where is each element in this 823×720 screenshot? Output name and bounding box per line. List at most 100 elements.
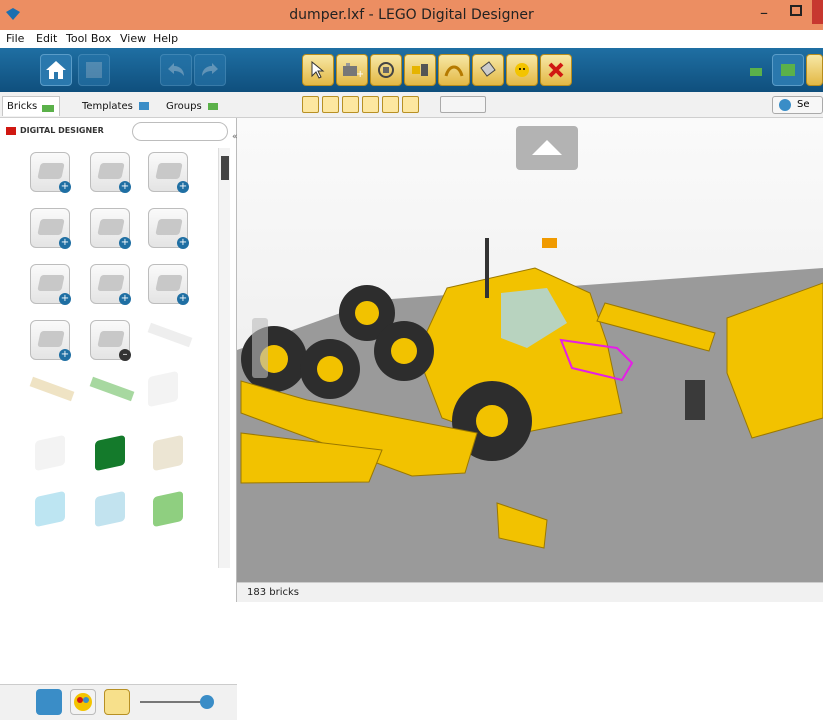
tab-bricks-label: Bricks (7, 101, 38, 112)
home-button[interactable] (40, 54, 72, 86)
svg-text:+: + (356, 69, 363, 80)
menu-file[interactable]: File (6, 32, 24, 45)
cursor-icon (311, 61, 325, 79)
camera-left-button[interactable] (252, 318, 268, 378)
brick-item[interactable]: + (90, 152, 131, 193)
brick-item[interactable]: – (90, 320, 131, 361)
title-bar: dumper.lxf - LEGO Digital Designer – (0, 0, 823, 30)
search-button-label: Se (797, 99, 810, 110)
brick-item[interactable]: + (148, 208, 189, 249)
hide-tool-button[interactable] (506, 54, 538, 86)
save-button[interactable] (78, 54, 110, 86)
tan-windscreen-item[interactable] (153, 434, 183, 472)
status-bar: 183 bricks (237, 582, 823, 602)
3d-viewport[interactable] (237, 118, 823, 582)
zoom-slider-thumb[interactable] (200, 695, 214, 709)
search-help-button[interactable]: Se (772, 96, 823, 114)
view-mode-button[interactable] (772, 54, 804, 86)
brick-item[interactable]: + (30, 264, 71, 305)
hinge-align-icon (412, 64, 428, 76)
group-icon (207, 103, 218, 110)
white-windscreen-item[interactable] (35, 434, 65, 472)
select-shape-button[interactable] (382, 96, 399, 113)
select-tool-button[interactable] (302, 54, 334, 86)
hinge-icon (378, 62, 394, 78)
brick-search-input[interactable] (132, 122, 228, 141)
lego-logo-icon (6, 126, 16, 135)
window-title: dumper.lxf - LEGO Digital Designer (289, 7, 534, 23)
maximize-button[interactable] (790, 5, 802, 16)
tab-groups[interactable]: Groups (166, 96, 220, 116)
menu-help[interactable]: Help (153, 32, 178, 45)
tab-templates-label: Templates (82, 100, 133, 112)
scrollbar-thumb[interactable] (221, 156, 229, 180)
clone-tool-button[interactable]: + (336, 54, 368, 86)
hinge-tool-button[interactable] (370, 54, 402, 86)
minimize-button[interactable]: – (760, 3, 768, 22)
hinge-align-tool-button[interactable] (404, 54, 436, 86)
brick-item[interactable]: + (30, 320, 71, 361)
brick-item[interactable]: + (30, 152, 71, 193)
template-icon (138, 102, 149, 110)
brick-item[interactable]: + (90, 208, 131, 249)
color-palette-button[interactable] (70, 689, 96, 715)
undo-icon (168, 63, 184, 76)
select-invert-button[interactable] (440, 96, 486, 113)
build-mode-button[interactable] (742, 54, 774, 86)
wheel-hub (355, 301, 379, 325)
green-windscreen-item[interactable] (95, 434, 125, 472)
main-toolbar: + (0, 48, 823, 92)
delete-tool-button[interactable] (540, 54, 572, 86)
flex-tool-button[interactable] (438, 54, 470, 86)
trans-green-windscreen-item[interactable] (153, 490, 183, 528)
brick-item[interactable]: + (90, 264, 131, 305)
redo-button[interactable] (194, 54, 226, 86)
tab-templates[interactable]: Templates (82, 96, 151, 116)
brick-item[interactable]: + (148, 264, 189, 305)
instructions-mode-button[interactable] (806, 54, 823, 86)
dark-grey-brick[interactable] (685, 380, 705, 420)
tab-groups-label: Groups (166, 100, 202, 112)
green-plate-brick-item[interactable] (89, 376, 135, 402)
select-color-button[interactable] (362, 96, 379, 113)
brick-count: 183 bricks (247, 587, 300, 598)
truck-beacon-light (542, 238, 557, 248)
palette-scrollbar[interactable] (218, 148, 230, 568)
sub-toolbar: Bricks Templates Groups Se (0, 92, 823, 118)
menu-view[interactable]: View (120, 32, 146, 45)
menu-bar: File Edit Tool Box View Help (0, 30, 823, 48)
brick-icon (42, 104, 55, 112)
undo-button[interactable] (160, 54, 192, 86)
minifig-head-icon (515, 63, 529, 77)
menu-edit[interactable]: Edit (36, 32, 57, 45)
paint-tool-button[interactable] (472, 54, 504, 86)
menu-toolbox[interactable]: Tool Box (66, 32, 111, 45)
save-icon (86, 62, 102, 78)
select-connected-button[interactable] (342, 96, 359, 113)
plate-brick-item[interactable] (147, 322, 193, 348)
delete-x-icon (548, 62, 564, 78)
wheel-hub (391, 338, 417, 364)
close-button[interactable] (812, 0, 823, 24)
brick-item[interactable]: + (30, 208, 71, 249)
trans-blue-windscreen-item[interactable] (35, 490, 65, 528)
select-color-shape-button[interactable] (402, 96, 419, 113)
flex-icon (444, 65, 464, 77)
paint-bucket-icon (480, 61, 496, 77)
wheel-hub (476, 405, 508, 437)
tan-plate-brick-item[interactable] (29, 376, 75, 402)
select-single-button[interactable] (302, 96, 319, 113)
clone-icon: + (343, 63, 363, 80)
brick-palette-sidebar: DIGITAL DESIGNER « + + + + + + + + + + – (0, 118, 238, 720)
truck-exhaust-pipe (485, 238, 489, 298)
trans-clear-windscreen-item[interactable] (95, 490, 125, 528)
brick-item[interactable]: + (148, 152, 189, 193)
decorations-button[interactable] (104, 689, 130, 715)
brick-filter-button[interactable] (36, 689, 62, 715)
home-icon (46, 61, 66, 79)
white-windscreen-item[interactable] (148, 370, 178, 408)
lego-digital-designer-logo: DIGITAL DESIGNER (6, 126, 104, 135)
tab-bricks[interactable]: Bricks (2, 96, 61, 116)
select-multiple-button[interactable] (322, 96, 339, 113)
redo-icon (202, 63, 218, 76)
